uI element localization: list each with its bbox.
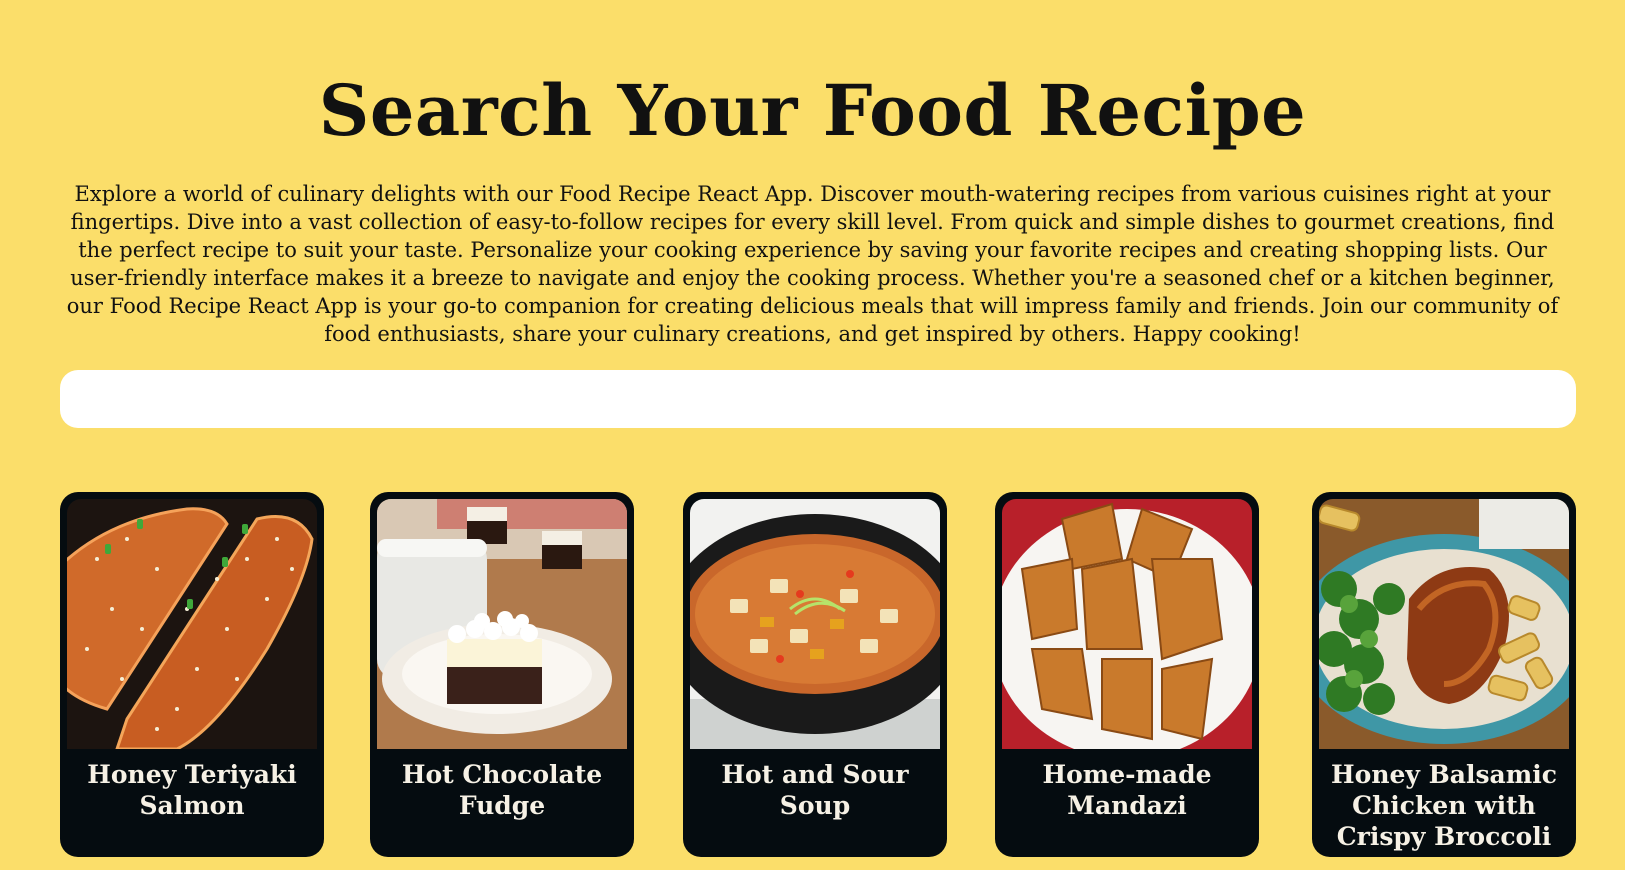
recipe-image: [67, 499, 317, 749]
page-title: Search Your Food Recipe: [318, 69, 1307, 152]
recipe-list: Honey Teriyaki Salmon Hot Chocolate Fudg…: [60, 492, 1576, 857]
recipe-card[interactable]: Honey Teriyaki Salmon: [60, 492, 324, 857]
recipe-title: Hot Chocolate Fudge: [401, 760, 603, 820]
recipe-image: [1002, 499, 1252, 749]
recipe-card[interactable]: Home-made Mandazi: [995, 492, 1259, 857]
recipe-page: Search Your Food Recipe Explore a world …: [0, 0, 1625, 870]
recipe-image: [690, 499, 940, 749]
recipe-title: Home-made Mandazi: [1042, 760, 1212, 820]
recipe-card[interactable]: Hot and Sour Soup: [683, 492, 947, 857]
recipe-card[interactable]: Hot Chocolate Fudge: [370, 492, 634, 857]
page-description: Explore a world of culinary delights wit…: [66, 182, 1559, 346]
search-bar[interactable]: [60, 370, 1576, 428]
recipe-image: [377, 499, 627, 749]
recipe-title: Honey Teriyaki Salmon: [87, 760, 297, 820]
recipe-title: Hot and Sour Soup: [721, 760, 909, 820]
search-input[interactable]: [60, 370, 1576, 428]
recipe-card[interactable]: Honey Balsamic Chicken with Crispy Brocc…: [1312, 492, 1576, 857]
recipe-image: [1319, 499, 1569, 749]
recipe-title: Honey Balsamic Chicken with Crispy Brocc…: [1331, 760, 1557, 857]
